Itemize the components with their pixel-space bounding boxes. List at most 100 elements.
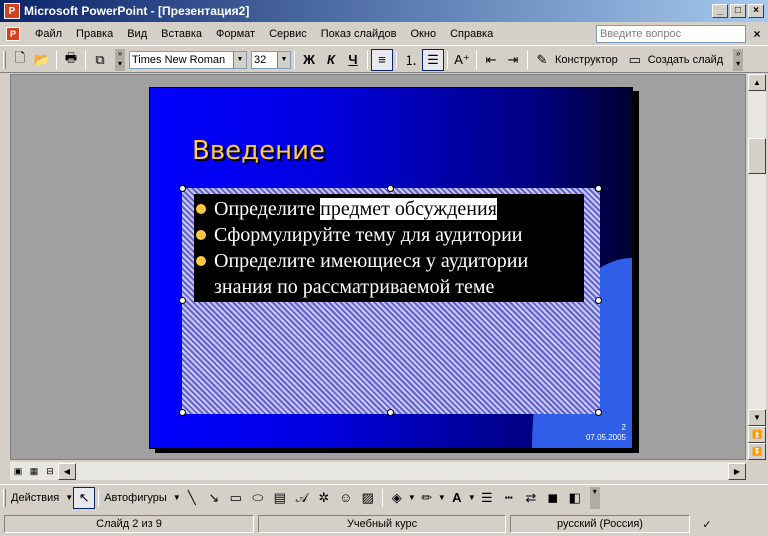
menu-file[interactable]: Файл bbox=[28, 24, 69, 44]
3d-icon[interactable]: ◧ bbox=[564, 487, 586, 509]
print-icon[interactable]: 🖶 bbox=[60, 49, 82, 71]
diagram-icon[interactable]: ✲ bbox=[313, 487, 335, 509]
designer-button[interactable]: Конструктор bbox=[555, 54, 618, 66]
chevron-down-icon[interactable]: ▼ bbox=[468, 487, 476, 509]
resize-handle[interactable] bbox=[179, 297, 186, 304]
open-file-icon[interactable]: 📂 bbox=[31, 49, 53, 71]
chevron-down-icon[interactable]: ▼ bbox=[408, 487, 416, 509]
slide-sorter-icon[interactable]: ▦ bbox=[26, 463, 42, 479]
minimize-button[interactable]: _ bbox=[712, 4, 728, 18]
help-search-input[interactable]: Введите вопрос bbox=[596, 24, 746, 43]
wordart-icon[interactable]: 𝒜 bbox=[291, 487, 313, 509]
bullet-item[interactable]: Сформулируйте тему для аудитории bbox=[194, 222, 584, 248]
font-name-select[interactable]: Times New Roman ▼ bbox=[129, 50, 247, 69]
status-slide-info: Слайд 2 из 9 bbox=[4, 515, 254, 533]
autoshapes-menu[interactable]: Автофигуры bbox=[104, 492, 167, 504]
font-color-icon[interactable]: A bbox=[446, 487, 468, 509]
shadow-icon[interactable]: ◼ bbox=[542, 487, 564, 509]
scroll-left-icon[interactable]: ◀ bbox=[58, 462, 76, 480]
toolbar-grip[interactable] bbox=[3, 488, 6, 507]
horizontal-scrollbar[interactable]: ▣ ▦ ⊟ ◀ ▶ bbox=[10, 462, 746, 480]
bold-button[interactable]: Ж bbox=[298, 49, 320, 71]
fill-color-icon[interactable]: ◈ bbox=[386, 487, 408, 509]
italic-button[interactable]: К bbox=[320, 49, 342, 71]
underline-button[interactable]: Ч bbox=[342, 49, 364, 71]
toolbar-overflow-icon[interactable]: ▾ bbox=[589, 486, 600, 509]
resize-handle[interactable] bbox=[179, 409, 186, 416]
chevron-down-icon[interactable]: ▼ bbox=[277, 51, 290, 68]
oval-icon[interactable]: ⬭ bbox=[247, 487, 269, 509]
increase-indent-icon[interactable]: ⇥ bbox=[502, 49, 524, 71]
close-button[interactable]: × bbox=[748, 4, 764, 18]
line-style-icon[interactable]: ☰ bbox=[476, 487, 498, 509]
select-pointer-icon[interactable]: ↖ bbox=[73, 486, 96, 509]
new-slide-icon[interactable]: ▭ bbox=[624, 49, 646, 71]
resize-handle[interactable] bbox=[179, 185, 186, 192]
picture-icon[interactable]: ▨ bbox=[357, 487, 379, 509]
normal-view-icon[interactable]: ▣ bbox=[10, 463, 26, 479]
slide-title[interactable]: Введение bbox=[192, 136, 325, 166]
dash-style-icon[interactable]: ┅ bbox=[498, 487, 520, 509]
increase-font-icon[interactable]: A⁺ bbox=[451, 49, 473, 71]
bullet-item[interactable]: Определите имеющиеся у аудитории знания … bbox=[194, 248, 584, 300]
resize-handle[interactable] bbox=[387, 409, 394, 416]
vertical-scrollbar[interactable]: ▲ ▼ ⏫ ⏬ bbox=[748, 74, 766, 460]
menu-help[interactable]: Справка bbox=[443, 24, 500, 44]
next-slide-icon[interactable]: ⏬ bbox=[748, 443, 766, 460]
powerpoint-icon[interactable]: P bbox=[4, 3, 20, 19]
previous-slide-icon[interactable]: ⏫ bbox=[748, 426, 766, 443]
menu-tools[interactable]: Сервис bbox=[262, 24, 314, 44]
scroll-down-icon[interactable]: ▼ bbox=[748, 409, 766, 426]
spelling-check-icon[interactable]: ✓ bbox=[694, 515, 720, 533]
clipart-icon[interactable]: ☺ bbox=[335, 487, 357, 509]
toolbar-overflow-icon[interactable]: » ▾ bbox=[115, 48, 125, 71]
bullet-list[interactable]: Определите предмет обсуждения Сформулиру… bbox=[194, 194, 584, 302]
resize-handle[interactable] bbox=[595, 185, 602, 192]
scroll-right-icon[interactable]: ▶ bbox=[728, 462, 746, 480]
new-slide-button[interactable]: Создать слайд bbox=[648, 54, 723, 66]
new-file-icon[interactable]: 🗋 bbox=[9, 49, 31, 71]
menu-view[interactable]: Вид bbox=[120, 24, 154, 44]
document-icon[interactable]: P bbox=[4, 25, 22, 43]
actions-menu[interactable]: Действия bbox=[11, 492, 59, 504]
menu-slideshow[interactable]: Показ слайдов bbox=[314, 24, 404, 44]
resize-handle[interactable] bbox=[595, 409, 602, 416]
menu-format[interactable]: Формат bbox=[209, 24, 262, 44]
slide-canvas[interactable]: Введение Определите предмет обсуждения С… bbox=[149, 87, 633, 449]
arrow-style-icon[interactable]: ⇄ bbox=[520, 487, 542, 509]
font-size-select[interactable]: 32 ▼ bbox=[251, 50, 291, 69]
title-bar: P Microsoft PowerPoint - [Презентация2] … bbox=[0, 0, 768, 22]
menu-edit[interactable]: Правка bbox=[69, 24, 120, 44]
resize-handle[interactable] bbox=[387, 185, 394, 192]
scroll-thumb[interactable] bbox=[748, 138, 766, 174]
copy-icon[interactable]: ⧉ bbox=[89, 49, 111, 71]
align-left-icon[interactable]: ≡ bbox=[371, 48, 393, 71]
toolbar-overflow-icon[interactable]: » ▾ bbox=[733, 48, 744, 71]
toolbar-grip[interactable] bbox=[3, 50, 6, 69]
line-icon[interactable]: ╲ bbox=[181, 487, 203, 509]
arrow-icon[interactable]: ↘ bbox=[203, 487, 225, 509]
rectangle-icon[interactable]: ▭ bbox=[225, 487, 247, 509]
maximize-button[interactable]: □ bbox=[730, 4, 746, 18]
chevron-down-icon[interactable]: ▼ bbox=[65, 487, 73, 509]
line-color-icon[interactable]: ✏ bbox=[416, 487, 438, 509]
bulleted-list-icon[interactable]: ☰ bbox=[422, 48, 444, 71]
slideshow-icon[interactable]: ⊟ bbox=[42, 463, 58, 479]
menu-insert[interactable]: Вставка bbox=[154, 24, 209, 44]
designer-icon[interactable]: ✎ bbox=[531, 49, 553, 71]
slide-date: 07.05.2005 bbox=[585, 433, 626, 442]
textbox-icon[interactable]: ▤ bbox=[269, 487, 291, 509]
selected-text[interactable]: предмет обсуждения bbox=[320, 198, 497, 220]
bullet-text: Определите bbox=[214, 198, 321, 220]
chevron-down-icon[interactable]: ▼ bbox=[173, 487, 181, 509]
menu-window[interactable]: Окно bbox=[404, 24, 444, 44]
decrease-indent-icon[interactable]: ⇤ bbox=[480, 49, 502, 71]
bullet-item[interactable]: Определите предмет обсуждения bbox=[194, 196, 584, 222]
doc-close-icon[interactable]: × bbox=[750, 27, 764, 41]
chevron-down-icon[interactable]: ▼ bbox=[233, 51, 246, 68]
chevron-down-icon[interactable]: ▼ bbox=[438, 487, 446, 509]
scroll-up-icon[interactable]: ▲ bbox=[748, 74, 766, 91]
numbered-list-icon[interactable]: ⒈ bbox=[400, 49, 422, 71]
font-size-value: 32 bbox=[254, 53, 267, 66]
resize-handle[interactable] bbox=[595, 297, 602, 304]
